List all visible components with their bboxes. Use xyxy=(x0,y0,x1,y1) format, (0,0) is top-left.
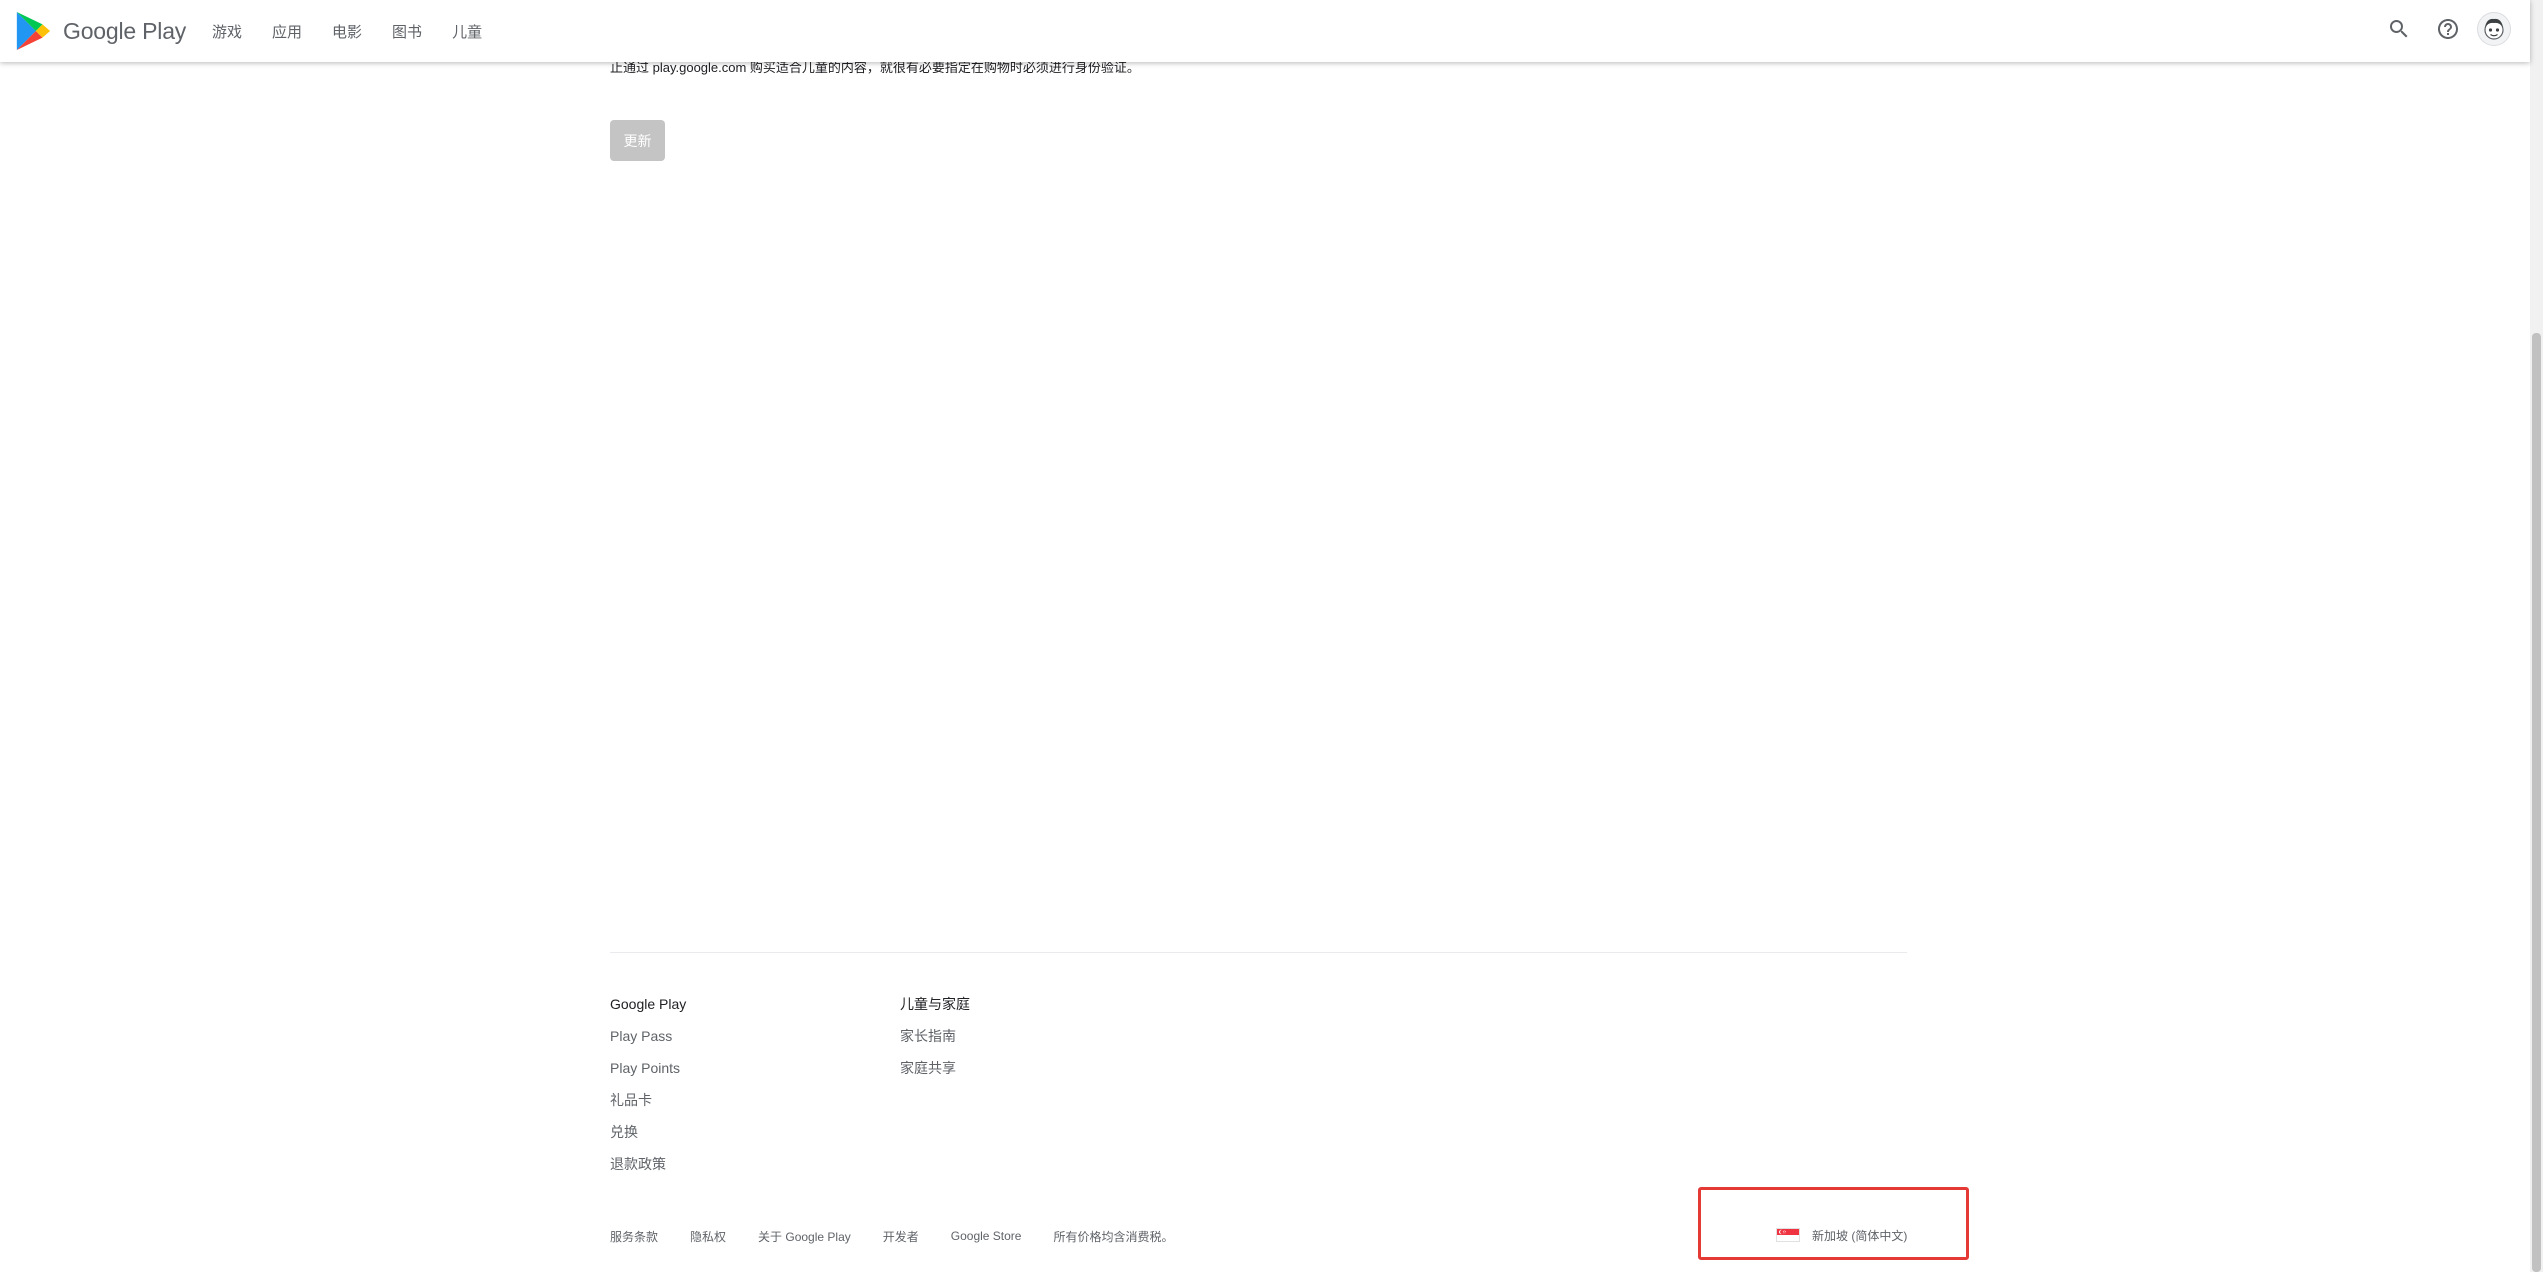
footer-link-developers[interactable]: 开发者 xyxy=(883,1228,919,1245)
footer-column-kids-family: 儿童与家庭 家长指南 家庭共享 xyxy=(900,988,970,1084)
nav-item-games[interactable]: 游戏 xyxy=(212,21,242,42)
footer-link-about[interactable]: 关于 Google Play xyxy=(758,1228,851,1245)
nav-item-books[interactable]: 图书 xyxy=(392,21,422,42)
footer-link-play-points[interactable]: Play Points xyxy=(610,1052,686,1084)
footer-link-google-store[interactable]: Google Store xyxy=(951,1229,1022,1243)
footer-divider xyxy=(610,952,1907,953)
google-play-logo-icon xyxy=(16,12,51,50)
footer-link-privacy[interactable]: 隐私权 xyxy=(690,1228,726,1245)
search-icon xyxy=(2390,20,2408,38)
help-button[interactable] xyxy=(2428,9,2468,49)
footer-link-gift-cards[interactable]: 礼品卡 xyxy=(610,1084,686,1116)
footer-link-terms[interactable]: 服务条款 xyxy=(610,1228,658,1245)
search-button[interactable] xyxy=(2379,9,2419,49)
footer-bottom-links: 服务条款 隐私权 关于 Google Play 开发者 Google Store… xyxy=(610,1226,1174,1246)
scrollbar-thumb[interactable] xyxy=(2532,333,2541,1272)
help-icon xyxy=(2438,19,2458,39)
footer-column-google-play: Google Play Play Pass Play Points 礼品卡 兑换… xyxy=(610,988,686,1180)
avatar-icon xyxy=(2484,18,2504,40)
tax-note: 所有价格均含消费税。 xyxy=(1053,1229,1174,1244)
footer-link-kids-family[interactable]: 儿童与家庭 xyxy=(900,988,970,1020)
top-app-bar: Google Play 游戏 应用 电影 图书 儿童 xyxy=(0,0,2530,62)
nav-item-kids[interactable]: 儿童 xyxy=(452,21,482,42)
nav-item-movies[interactable]: 电影 xyxy=(332,21,362,42)
locale-selector[interactable]: 新加坡 (简体中文) xyxy=(1812,1226,1907,1246)
singapore-flag-icon xyxy=(1776,1228,1800,1242)
main-nav: 游戏 应用 电影 图书 儿童 xyxy=(212,0,482,62)
brand-name: Google Play xyxy=(63,17,187,44)
locale-highlight-box xyxy=(1698,1187,1969,1260)
footer-link-redeem[interactable]: 兑换 xyxy=(610,1116,686,1148)
footer-link-google-play[interactable]: Google Play xyxy=(610,988,686,1020)
footer-link-family-sharing[interactable]: 家庭共享 xyxy=(900,1052,970,1084)
footer-link-refund-policy[interactable]: 退款政策 xyxy=(610,1148,686,1180)
footer-link-play-pass[interactable]: Play Pass xyxy=(610,1020,686,1052)
footer-link-parent-guide[interactable]: 家长指南 xyxy=(900,1020,970,1052)
flag-graphic xyxy=(1777,1229,1799,1241)
nav-item-apps[interactable]: 应用 xyxy=(272,21,302,42)
update-button[interactable]: 更新 xyxy=(610,120,665,161)
account-avatar[interactable] xyxy=(2477,12,2511,46)
google-play-home-link[interactable]: Google Play xyxy=(14,8,186,54)
google-play-page: Google Play 游戏 应用 电影 图书 儿童 止通过 play.goog… xyxy=(0,0,2543,1272)
